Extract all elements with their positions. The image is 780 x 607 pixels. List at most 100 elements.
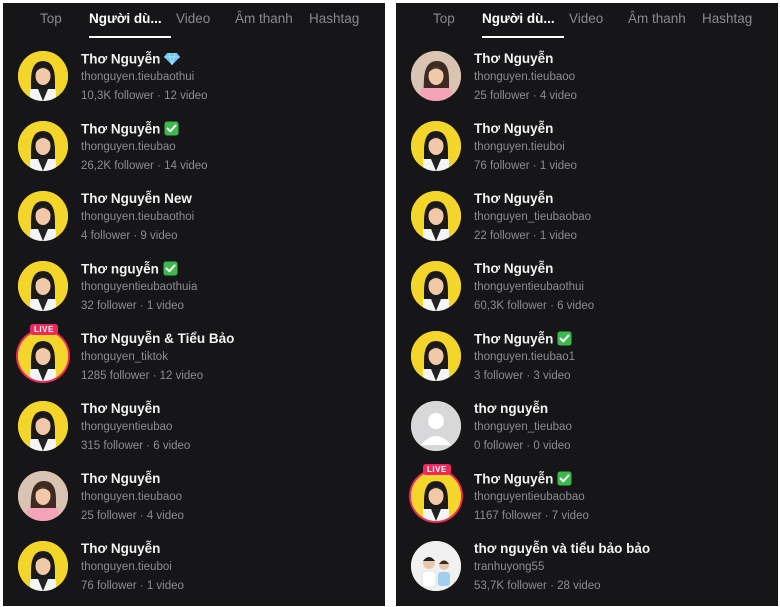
user-handle: tranhuyong55 [474,561,545,573]
user-result-row[interactable]: Thơ Nguyễn thonguyen.tieubao 26,2K follow… [3,121,385,191]
user-handle: thonguyentieubaothuia [81,281,198,293]
user-result-row[interactable]: thơ nguyễn thonguyen_tieubao 0 follower · … [396,401,778,471]
user-result-row[interactable]: Thơ Nguyễn thonguyen_tieubaobao 22 followe… [396,191,778,261]
user-display-name[interactable]: Thơ Nguyễn [474,121,553,136]
user-stats: 315 follower · 6 video [81,440,191,452]
search-results-panel-right: Top Người dù... Video Âm thanh Hashtag Thơ N… [396,3,778,606]
user-result-row[interactable]: Thơ Nguyễn thonguyen.tieubaoo 25 follower … [396,51,778,121]
live-badge: LIVE [423,464,451,475]
active-tab-indicator [482,36,564,38]
user-display-name-text: Thơ nguyễn [81,261,159,277]
user-display-name[interactable]: Thơ Nguyễn [81,541,160,556]
tab-users[interactable]: Người dù... [482,11,555,26]
avatar[interactable] [411,261,461,311]
user-stats: 1285 follower · 12 video [81,370,204,382]
user-display-name[interactable]: thơ nguyễn [474,401,548,416]
user-display-name[interactable]: Thơ nguyễn [81,261,179,279]
avatar[interactable] [411,401,461,451]
avatar[interactable] [411,471,461,521]
user-display-name-text: Thơ Nguyễn [81,51,161,67]
user-result-row[interactable]: Thơ Nguyễn thonguyentieubao 315 follower ·… [3,401,385,471]
user-display-name[interactable]: Thơ Nguyễn [474,471,573,489]
user-handle: thonguyen_tiktok [81,351,168,363]
user-display-name[interactable]: Thơ Nguyễn [81,471,160,486]
user-handle: thonguyen.tieubaoo [81,491,183,503]
user-handle: thonguyen.tieuboi [81,561,172,573]
tab-video[interactable]: Video [176,11,210,26]
tab-sound[interactable]: Âm thanh [235,11,293,26]
avatar[interactable] [18,51,68,101]
user-stats: 0 follower · 0 video [474,440,571,452]
user-result-row[interactable]: LIVE Thơ Nguyễn & Tiểu Bảo thonguyen_tikto… [3,324,385,401]
avatar[interactable] [411,331,461,381]
avatar[interactable] [411,541,461,591]
verified-check-icon [163,261,179,279]
diamond-icon [164,51,181,69]
tab-video[interactable]: Video [569,11,603,26]
user-display-name-text: Thơ Nguyễn [81,401,161,416]
user-display-name[interactable]: Thơ Nguyễn [474,331,573,349]
active-tab-indicator [89,36,171,38]
user-display-name[interactable]: Thơ Nguyễn & Tiểu Bảo [81,331,234,346]
avatar[interactable] [411,191,461,241]
user-display-name[interactable]: thơ nguyễn và tiểu bảo bảo [474,541,650,556]
verified-check-icon [557,471,573,489]
user-handle: thonguyentieubao [81,421,173,433]
user-display-name[interactable]: Thơ Nguyễn [81,51,181,69]
search-tabs: Top Người dù... Video Âm thanh Hashtag [396,3,778,38]
user-display-name-text: Thơ Nguyễn [474,51,554,66]
user-display-name-text: thơ nguyễn [474,401,549,416]
user-result-row[interactable]: Thơ Nguyễn thonguyen.tieubaothui 10,3K fo… [3,51,385,121]
tab-top[interactable]: Top [433,11,455,26]
avatar[interactable] [18,121,68,171]
user-stats: 10,3K follower · 12 video [81,90,208,102]
avatar[interactable] [18,331,68,381]
user-result-row[interactable]: Thơ Nguyễn thonguyen.tieubao1 3 follower … [396,331,778,401]
user-result-row[interactable]: LIVE Thơ Nguyễn thonguyentieubaobao 1167 f… [396,464,778,541]
avatar[interactable] [18,471,68,521]
user-result-row[interactable]: Thơ Nguyễn New thonguyen.tieubaothoi 4 fol… [3,191,385,261]
user-handle: thonguyen.tieubao1 [474,351,576,363]
avatar[interactable] [18,401,68,451]
user-display-name[interactable]: Thơ Nguyễn [81,401,160,416]
user-display-name[interactable]: Thơ Nguyễn [81,121,180,139]
avatar[interactable] [411,121,461,171]
avatar[interactable] [18,191,68,241]
user-stats: 32 follower · 1 video [81,300,184,312]
search-results-panel-left: Top Người dù... Video Âm thanh Hashtag Thơ N… [3,3,385,606]
tab-users[interactable]: Người dù... [89,11,162,26]
tab-hashtag[interactable]: Hashtag [309,11,359,26]
user-result-row[interactable]: Thơ nguyễn thonguyentieubaothuia 32 follo… [3,261,385,331]
user-handle: thonguyentieubaobao [474,491,585,503]
user-display-name-text: Thơ Nguyễn [474,191,554,206]
avatar[interactable] [18,541,68,591]
user-stats: 25 follower · 4 video [81,510,184,522]
avatar[interactable] [18,261,68,311]
user-result-row[interactable]: Thơ Nguyễn thonguyentieubaothui 60,3K foll… [396,261,778,331]
user-stats: 26,2K follower · 14 video [81,160,208,172]
user-display-name-text: Thơ Nguyễn [81,471,161,486]
user-display-name-text: thơ nguyễn và tiểu bảo bảo [474,541,651,556]
tab-hashtag[interactable]: Hashtag [702,11,752,26]
tab-top[interactable]: Top [40,11,62,26]
user-result-row[interactable]: Thơ Nguyễn thonguyen.tieubaoo 25 follower … [3,471,385,541]
user-display-name-text: Thơ Nguyễn [474,331,554,347]
tab-sound[interactable]: Âm thanh [628,11,686,26]
user-result-row[interactable]: thơ nguyễn và tiểu bảo bảo tranhuyong55 53… [396,541,778,606]
user-stats: 53,7K follower · 28 video [474,580,601,592]
search-tabs: Top Người dù... Video Âm thanh Hashtag [3,3,385,38]
verified-check-icon [164,121,180,139]
user-display-name-text: Thơ Nguyễn & Tiểu Bảo [81,331,235,346]
user-result-row[interactable]: Thơ Nguyễn thonguyen.tieuboi 76 follower ·… [3,541,385,606]
user-handle: thonguyen.tieubaothoi [81,211,195,223]
user-display-name[interactable]: Thơ Nguyễn [474,191,553,206]
user-display-name[interactable]: Thơ Nguyễn New [81,191,192,206]
user-display-name[interactable]: Thơ Nguyễn [474,51,553,66]
verified-check-icon [557,331,573,349]
user-display-name[interactable]: Thơ Nguyễn [474,261,553,276]
avatar[interactable] [411,51,461,101]
user-stats: 4 follower · 9 video [81,230,178,242]
user-handle: thonguyen.tieubaothui [81,71,195,83]
user-result-row[interactable]: Thơ Nguyễn thonguyen.tieuboi 76 follower ·… [396,121,778,191]
user-handle: thonguyentieubaothui [474,281,584,293]
